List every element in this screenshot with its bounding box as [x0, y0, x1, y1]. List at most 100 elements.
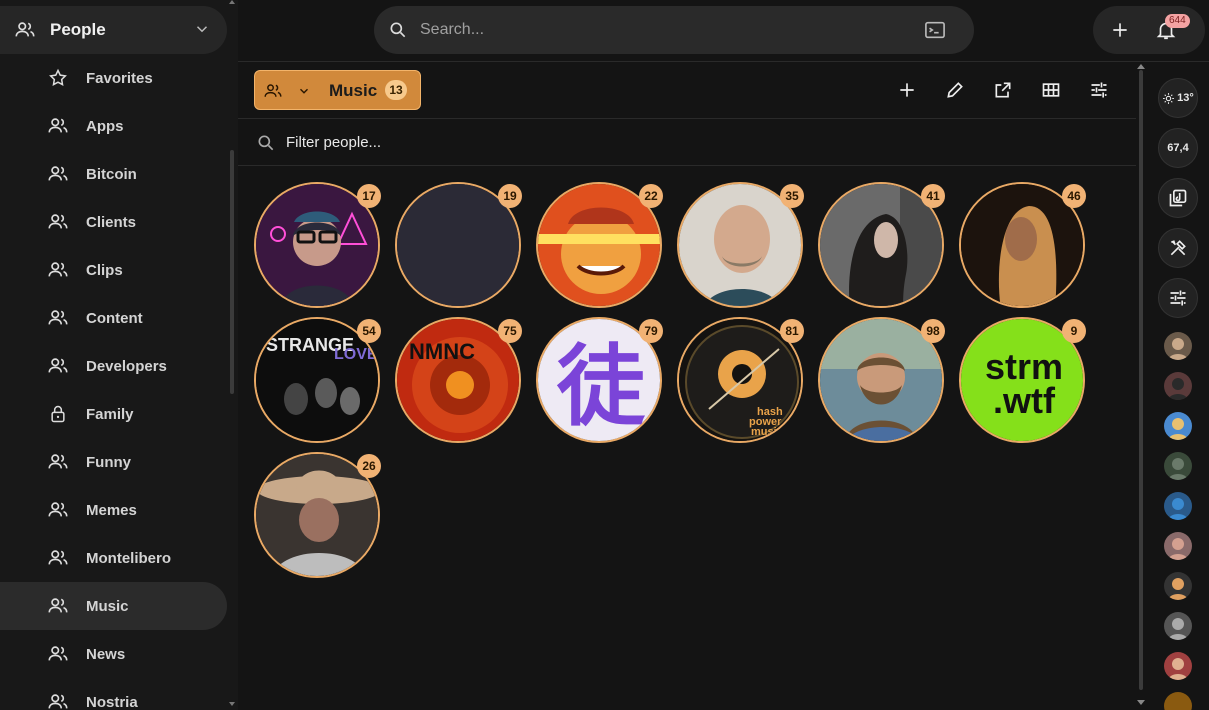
- contact-avatar[interactable]: [1164, 412, 1192, 440]
- chevron-down-icon[interactable]: [297, 84, 311, 98]
- avatar-count-badge: 19: [498, 184, 522, 208]
- sidebar-list: Favorites Apps Bitcoin Clients Clips Content D…: [0, 54, 227, 710]
- contact-avatar[interactable]: [1164, 452, 1192, 480]
- sidebar-item-apps[interactable]: Apps: [0, 102, 227, 150]
- sidebar-item-label: Memes: [86, 501, 137, 519]
- people-section-header[interactable]: People: [0, 6, 227, 54]
- main-scrollbar[interactable]: [1139, 70, 1143, 690]
- contact-avatar[interactable]: [1164, 652, 1192, 680]
- contact-avatar[interactable]: [1164, 532, 1192, 560]
- group-count-badge: 13: [385, 80, 407, 100]
- grid-icon: [1042, 83, 1060, 97]
- sun-icon: [1163, 92, 1175, 104]
- music-library-icon: [1169, 189, 1187, 207]
- svg-text:NMNC: NMNC: [409, 339, 475, 364]
- contact-avatar[interactable]: [1164, 372, 1192, 400]
- sidebar-item-label: Funny: [86, 453, 131, 471]
- search-placeholder: Search...: [420, 21, 485, 38]
- sidebar-item-bitcoin[interactable]: Bitcoin: [0, 150, 227, 198]
- sidebar-item-montelibero[interactable]: Montelibero: [0, 534, 227, 582]
- contact-avatar[interactable]: [1164, 692, 1192, 710]
- terminal-icon[interactable]: [924, 20, 946, 40]
- music-library-button[interactable]: [1158, 178, 1198, 218]
- sidebar-item-label: Developers: [86, 357, 167, 375]
- chevron-down-icon[interactable]: [193, 20, 211, 38]
- edit-group-button[interactable]: [943, 78, 967, 102]
- scroll-up-arrow[interactable]: [229, 0, 235, 4]
- sidebar-item-news[interactable]: News: [0, 630, 227, 678]
- avatar-count-badge: 75: [498, 319, 522, 343]
- scroll-down-arrow[interactable]: [229, 702, 235, 706]
- people-icon: [47, 259, 69, 281]
- svg-text:music: music: [751, 426, 783, 438]
- sidebar-item-favorites[interactable]: Favorites: [0, 54, 227, 102]
- contact-avatar[interactable]: [1164, 572, 1192, 600]
- sidebar-item-label: Family: [86, 405, 134, 423]
- grid-view-button[interactable]: [1039, 78, 1063, 102]
- people-icon: [47, 307, 69, 329]
- sidebar-item-clips[interactable]: Clips: [0, 246, 227, 294]
- sidebar-item-label: Clients: [86, 213, 137, 231]
- people-icon: [47, 595, 69, 617]
- search-input[interactable]: Search...: [374, 6, 974, 54]
- people-icon: [47, 499, 69, 521]
- tune-icon: [1170, 290, 1186, 306]
- sidebar-item-nostria[interactable]: Nostria: [0, 678, 227, 710]
- filter-settings-button[interactable]: [1087, 78, 1111, 102]
- plus-icon: [900, 83, 914, 97]
- top-actions: 644: [1093, 6, 1205, 54]
- people-icon: [264, 84, 282, 97]
- tune-icon: [1091, 82, 1107, 98]
- avatar-count-badge: 41: [921, 184, 945, 208]
- open-external-button[interactable]: [991, 78, 1015, 102]
- top-bar: Search... 644: [238, 0, 1209, 62]
- sidebar-item-label: Montelibero: [86, 549, 171, 567]
- sidebar-item-label: Favorites: [86, 69, 153, 87]
- sidebar-scrollbar[interactable]: [230, 150, 234, 394]
- settings-button[interactable]: [1158, 278, 1198, 318]
- avatar-count-badge: 22: [639, 184, 663, 208]
- avatar-count-badge: 98: [921, 319, 945, 343]
- sidebar-item-funny[interactable]: Funny: [0, 438, 227, 486]
- people-icon: [47, 115, 69, 137]
- contact-avatar[interactable]: [1164, 612, 1192, 640]
- sidebar-item-memes[interactable]: Memes: [0, 486, 227, 534]
- group-selector[interactable]: Music 13: [254, 70, 421, 110]
- sidebar-item-music[interactable]: Music: [0, 582, 227, 630]
- sidebar-item-label: Content: [86, 309, 143, 327]
- group-name: Music: [329, 81, 378, 100]
- weather-button[interactable]: 13°: [1158, 78, 1198, 118]
- value-button[interactable]: 67,4: [1158, 128, 1198, 168]
- notification-badge: 644: [1165, 14, 1190, 28]
- add-person-button[interactable]: [895, 78, 919, 102]
- sidebar-item-content[interactable]: Content: [0, 294, 227, 342]
- people-icon: [47, 355, 69, 377]
- svg-text:LOVE: LOVE: [334, 346, 378, 363]
- sidebar-item-family[interactable]: Family: [0, 390, 227, 438]
- avatar-count-badge: 81: [780, 319, 804, 343]
- avatar-count-badge: 35: [780, 184, 804, 208]
- contact-avatar[interactable]: [1164, 492, 1192, 520]
- avatar-count-badge: 79: [639, 319, 663, 343]
- tools-button[interactable]: [1158, 228, 1198, 268]
- sidebar-item-clients[interactable]: Clients: [0, 198, 227, 246]
- svg-text:徒: 徒: [556, 335, 646, 438]
- scroll-up-arrow[interactable]: [1137, 64, 1145, 69]
- star-icon: [47, 67, 69, 89]
- avatar-count-badge: 26: [357, 454, 381, 478]
- tools-icon: [1170, 240, 1186, 256]
- scroll-down-arrow[interactable]: [1137, 700, 1145, 705]
- avatar-count-badge: 46: [1062, 184, 1086, 208]
- contact-avatar[interactable]: [1164, 332, 1192, 360]
- people-icon: [47, 643, 69, 665]
- sidebar-item-label: Nostria: [86, 693, 138, 710]
- right-rail: 13° 67,4: [1148, 62, 1209, 710]
- add-icon[interactable]: [1110, 20, 1130, 40]
- weather-temp: 13°: [1177, 92, 1194, 104]
- filter-placeholder: Filter people...: [286, 134, 382, 151]
- sidebar-item-label: Apps: [86, 117, 124, 135]
- people-icon: [47, 163, 69, 185]
- sidebar-item-label: Music: [86, 597, 129, 615]
- filter-input[interactable]: Filter people...: [238, 118, 1136, 166]
- sidebar-item-developers[interactable]: Developers: [0, 342, 227, 390]
